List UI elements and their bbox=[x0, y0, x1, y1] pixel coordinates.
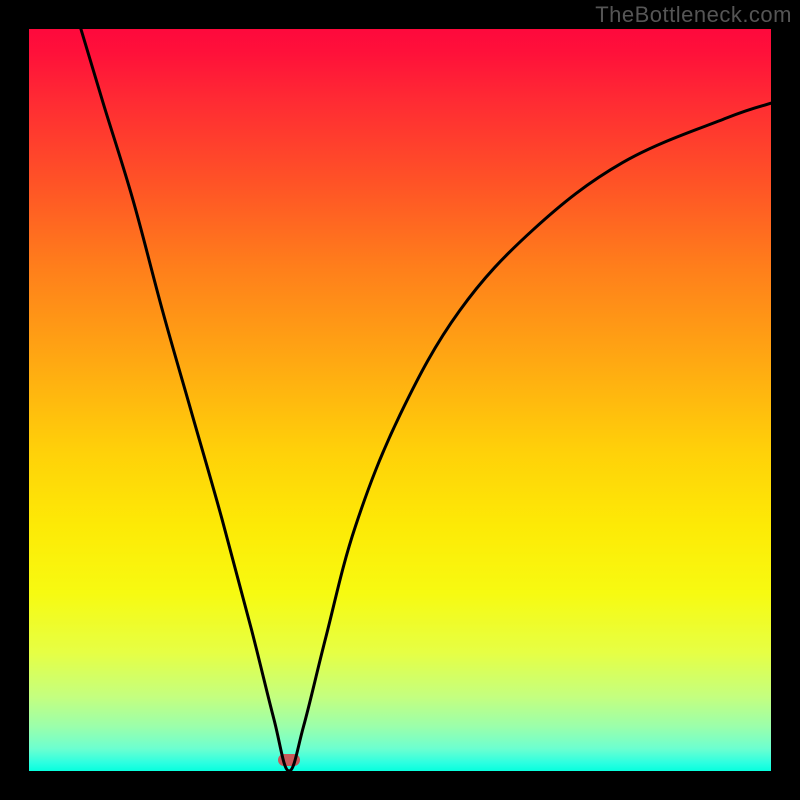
plot-area bbox=[29, 29, 771, 771]
watermark-text: TheBottleneck.com bbox=[595, 2, 792, 28]
chart-frame: TheBottleneck.com bbox=[0, 0, 800, 800]
curve-svg bbox=[29, 29, 771, 771]
bottleneck-curve bbox=[81, 29, 771, 771]
